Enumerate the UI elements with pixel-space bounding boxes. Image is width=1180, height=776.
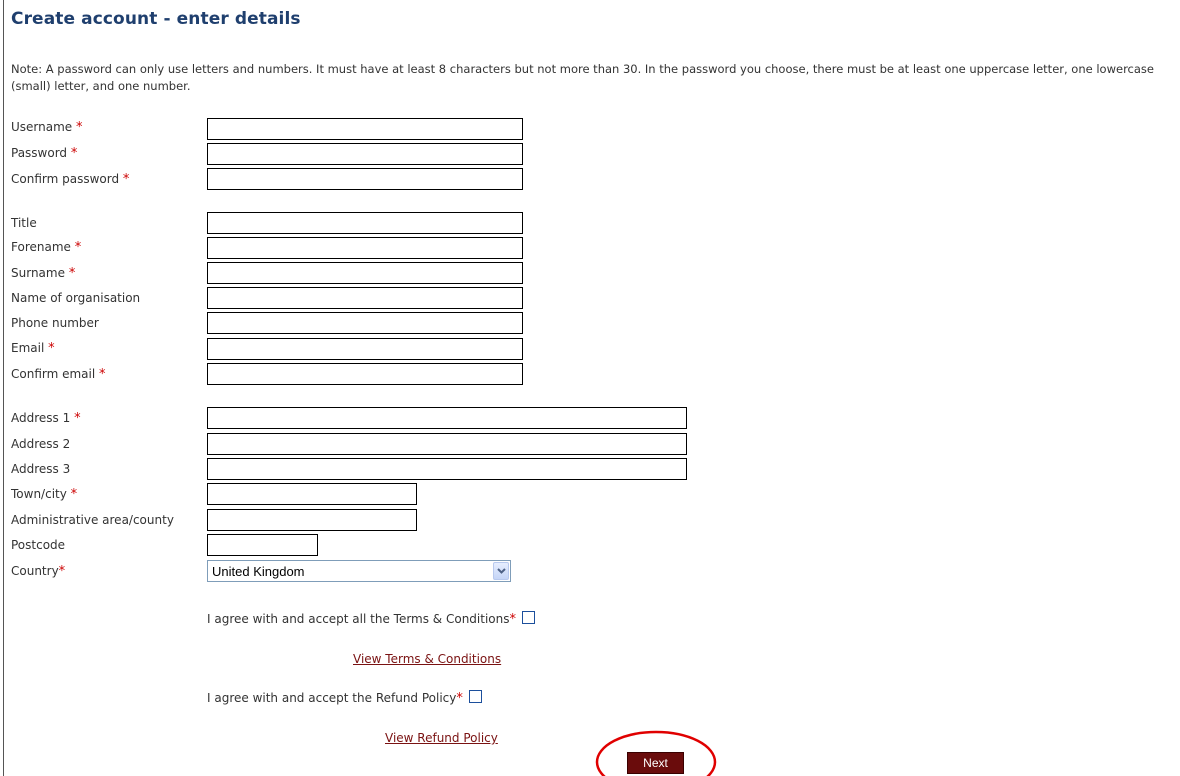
required-marker: *	[76, 120, 83, 135]
required-marker: *	[68, 266, 76, 281]
address3-label: Address 3	[11, 462, 70, 476]
surname-label: Surname *	[11, 266, 75, 281]
address1-label-text: Address 1	[11, 411, 71, 425]
page-left-border	[3, 0, 4, 776]
country-select[interactable]: United Kingdom	[207, 560, 511, 582]
next-button[interactable]: Next	[627, 752, 684, 774]
required-marker: *	[456, 691, 463, 706]
password-note: Note: A password can only use letters an…	[11, 62, 1154, 93]
required-marker: *	[48, 341, 55, 356]
view-refund-link[interactable]: View Refund Policy	[385, 731, 498, 745]
postcode-label-text: Postcode	[11, 538, 66, 552]
required-marker: *	[58, 564, 66, 579]
country-selected-value: United Kingdom	[212, 564, 305, 579]
refund-agreement: I agree with and accept the Refund Polic…	[207, 690, 482, 706]
confirm-password-input[interactable]	[207, 168, 523, 190]
confirm-password-label: Confirm password *	[11, 172, 129, 187]
required-marker: *	[509, 612, 517, 627]
county-input[interactable]	[207, 509, 417, 531]
town-label: Town/city *	[11, 487, 77, 502]
forename-input[interactable]	[207, 237, 523, 259]
county-label-text: Administrative area/county	[11, 513, 174, 527]
password-label-text: Password	[11, 146, 68, 160]
address1-input[interactable]	[207, 407, 687, 429]
username-label-text: Username	[11, 120, 73, 134]
address2-label: Address 2	[11, 437, 70, 451]
surname-input[interactable]	[207, 262, 523, 284]
confirm-email-label: Confirm email *	[11, 367, 106, 382]
phone-label-text: Phone number	[11, 316, 99, 330]
address2-input[interactable]	[207, 433, 687, 455]
chevron-down-glyph	[497, 568, 506, 574]
organisation-label-text: Name of organisation	[11, 291, 141, 305]
username-input[interactable]	[207, 118, 523, 140]
email-label: Email *	[11, 341, 55, 356]
country-label-text: Country	[11, 564, 59, 578]
title-input[interactable]	[207, 212, 523, 234]
refund-agreement-text: I agree with and accept the Refund Polic…	[207, 691, 457, 705]
title-label-text: Title	[11, 216, 37, 230]
required-marker: *	[74, 411, 81, 426]
town-label-text: Town/city	[11, 487, 67, 501]
confirm-email-input[interactable]	[207, 363, 523, 385]
address3-input[interactable]	[207, 458, 687, 480]
country-label: Country*	[11, 564, 65, 579]
forename-label: Forename *	[11, 240, 81, 255]
address3-label-text: Address 3	[11, 462, 71, 476]
surname-label-text: Surname	[11, 266, 65, 280]
refund-checkbox[interactable]	[468, 690, 482, 703]
confirm-email-label-text: Confirm email	[11, 367, 96, 381]
required-marker: *	[99, 367, 106, 382]
required-marker: *	[70, 146, 78, 161]
confirm-password-label-text: Confirm password	[11, 172, 120, 186]
required-marker: *	[70, 487, 78, 502]
phone-input[interactable]	[207, 312, 523, 334]
county-label: Administrative area/county	[11, 513, 174, 527]
forename-label-text: Forename	[11, 240, 71, 254]
required-marker: *	[74, 240, 82, 255]
town-input[interactable]	[207, 483, 417, 505]
username-label: Username *	[11, 120, 83, 135]
organisation-label: Name of organisation	[11, 291, 140, 305]
email-label-text: Email	[11, 341, 45, 355]
postcode-input[interactable]	[207, 534, 318, 556]
chevron-down-icon[interactable]	[493, 562, 509, 580]
email-input[interactable]	[207, 338, 523, 360]
address2-label-text: Address 2	[11, 437, 71, 451]
terms-checkbox[interactable]	[522, 611, 535, 624]
address1-label: Address 1 *	[11, 411, 81, 426]
terms-agreement: I agree with and accept all the Terms & …	[207, 611, 535, 627]
organisation-input[interactable]	[207, 287, 523, 309]
password-label: Password *	[11, 146, 77, 161]
view-terms-link[interactable]: View Terms & Conditions	[353, 652, 501, 666]
page-title: Create account - enter details	[11, 9, 301, 29]
phone-label: Phone number	[11, 316, 99, 330]
required-marker: *	[122, 172, 130, 187]
terms-agreement-text: I agree with and accept all the Terms & …	[207, 612, 510, 626]
postcode-label: Postcode	[11, 538, 65, 552]
password-input[interactable]	[207, 143, 523, 165]
title-label: Title	[11, 216, 37, 230]
